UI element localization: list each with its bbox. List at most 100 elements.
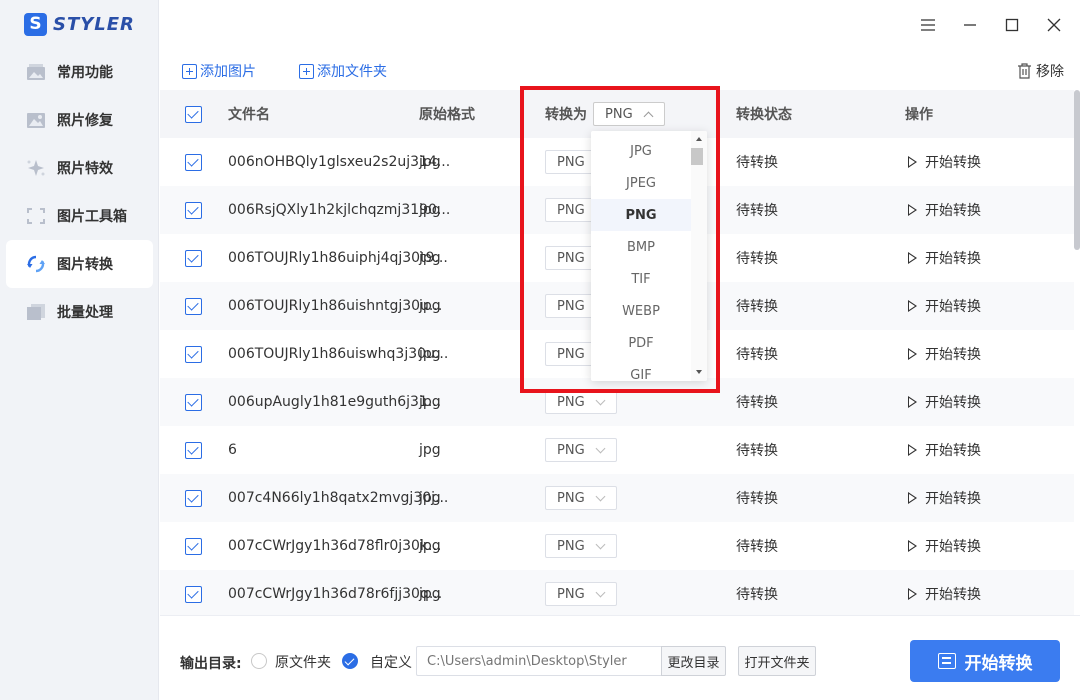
checkbox-icon (185, 249, 202, 267)
footer: 输出目录: 原文件夹 自定义 更改目录 打开文件夹 开始转换 (160, 615, 1080, 700)
start-convert-all-label: 开始转换 (964, 653, 1033, 674)
close-icon[interactable] (1044, 15, 1064, 35)
format-select[interactable]: PNG (545, 390, 617, 414)
change-dir-button[interactable]: 更改目录 (661, 646, 726, 676)
row-orig-format: jpg (419, 490, 441, 506)
row-status: 待转换 (736, 587, 778, 603)
sidebar-item-batch[interactable]: 批量处理 (6, 288, 153, 336)
radio-custom[interactable] (342, 653, 358, 669)
layers-icon (27, 304, 45, 320)
row-format-select[interactable]: PNG (545, 522, 617, 570)
play-icon (908, 156, 917, 168)
header-filename: 文件名 (228, 107, 270, 123)
row-start-button[interactable]: 开始转换 (908, 522, 981, 570)
sidebar-item-toolbox[interactable]: 图片工具箱 (6, 192, 153, 240)
dropdown-list: JPG JPEG PNG BMP TIF WEBP PDF GIF (591, 135, 691, 381)
row-checkbox[interactable] (185, 522, 202, 570)
checkbox-icon (185, 345, 202, 363)
row-filename: 006RsjQXly1h2kjlchqzmj3190... (228, 202, 451, 218)
row-format-select[interactable]: PNG (545, 378, 617, 426)
row-checkbox[interactable] (185, 330, 202, 378)
row-format-select[interactable]: PNG (545, 570, 617, 618)
row-checkbox[interactable] (185, 378, 202, 426)
sidebar-item-photo-repair[interactable]: 照片修复 (6, 96, 153, 144)
remove-button[interactable]: 移除 (1017, 61, 1064, 81)
row-status: 待转换 (736, 347, 778, 363)
add-folder-button[interactable]: 添加文件夹 (299, 61, 387, 81)
format-select-value: PNG (557, 154, 585, 170)
row-start-label: 开始转换 (925, 347, 981, 363)
format-select-all[interactable]: PNG (593, 102, 665, 126)
row-start-button[interactable]: 开始转换 (908, 378, 981, 426)
scroll-down-icon[interactable] (691, 367, 707, 377)
row-status: 待转换 (736, 203, 778, 219)
header-action: 操作 (905, 107, 933, 123)
row-filename: 007cCWrJgy1h36d78flr0j30k... (228, 538, 442, 554)
row-start-button[interactable]: 开始转换 (908, 570, 981, 618)
format-dropdown: JPG JPEG PNG BMP TIF WEBP PDF GIF (591, 131, 707, 381)
row-format-select[interactable]: PNG (545, 426, 617, 474)
start-convert-all-button[interactable]: 开始转换 (910, 640, 1060, 682)
row-checkbox[interactable] (185, 186, 202, 234)
format-select-value: PNG (605, 106, 633, 122)
dropdown-scroll-thumb[interactable] (691, 148, 703, 165)
row-checkbox[interactable] (185, 282, 202, 330)
row-checkbox[interactable] (185, 138, 202, 186)
row-checkbox[interactable] (185, 426, 202, 474)
row-filename: 6 (228, 442, 237, 458)
row-start-label: 开始转换 (925, 491, 981, 507)
scroll-up-icon[interactable] (691, 134, 707, 144)
menu-icon[interactable] (918, 15, 938, 35)
table-scrollbar[interactable] (1074, 90, 1080, 615)
add-image-label: 添加图片 (200, 64, 256, 80)
row-orig-format: jpg (419, 298, 441, 314)
select-all-checkbox[interactable] (185, 90, 202, 138)
row-filename: 006nOHBQly1glsxeu2s2uj314... (228, 154, 451, 170)
open-folder-button[interactable]: 打开文件夹 (738, 646, 816, 676)
row-checkbox[interactable] (185, 474, 202, 522)
dropdown-scrollbar[interactable] (691, 131, 707, 381)
checkbox-icon (185, 297, 202, 315)
radio-original-folder[interactable] (251, 653, 267, 669)
row-filename: 006TOUJRly1h86uiphj4qj30t9... (228, 250, 448, 266)
sidebar-item-common[interactable]: 常用功能 (6, 48, 153, 96)
output-path-input[interactable] (416, 646, 662, 676)
scrollbar-thumb[interactable] (1074, 90, 1080, 250)
dropdown-option[interactable]: JPG (591, 135, 691, 167)
dropdown-option[interactable]: WEBP (591, 295, 691, 327)
row-checkbox[interactable] (185, 234, 202, 282)
play-icon (908, 396, 917, 408)
row-format-select[interactable]: PNG (545, 474, 617, 522)
minimize-icon[interactable] (960, 15, 980, 35)
maximize-icon[interactable] (1002, 15, 1022, 35)
row-start-button[interactable]: 开始转换 (908, 330, 981, 378)
row-start-button[interactable]: 开始转换 (908, 426, 981, 474)
row-start-button[interactable]: 开始转换 (908, 474, 981, 522)
row-start-button[interactable]: 开始转换 (908, 282, 981, 330)
row-start-button[interactable]: 开始转换 (908, 186, 981, 234)
format-select[interactable]: PNG (545, 582, 617, 606)
row-checkbox[interactable] (185, 570, 202, 618)
row-start-button[interactable]: 开始转换 (908, 138, 981, 186)
add-image-button[interactable]: 添加图片 (182, 61, 256, 81)
convert-icon (27, 255, 45, 273)
format-select[interactable]: PNG (545, 486, 617, 510)
table-row: 007cCWrJgy1h36d78r6fjj30q... jpg PNG 待转换 开始转… (160, 570, 1074, 618)
row-start-label: 开始转换 (925, 539, 981, 555)
format-select[interactable]: PNG (545, 438, 617, 462)
convert-all-icon (937, 653, 956, 669)
chevron-down-icon (595, 491, 606, 502)
dropdown-option[interactable]: TIF (591, 263, 691, 295)
dropdown-option[interactable]: PDF (591, 327, 691, 359)
dropdown-option[interactable]: JPEG (591, 167, 691, 199)
sidebar-item-image-convert[interactable]: 图片转换 (6, 240, 153, 288)
chevron-down-icon (595, 395, 606, 406)
dropdown-option[interactable]: GIF (591, 359, 691, 382)
dropdown-option[interactable]: BMP (591, 231, 691, 263)
dropdown-option[interactable]: PNG (591, 199, 691, 231)
sidebar-item-photo-effects[interactable]: 照片特效 (6, 144, 153, 192)
row-start-button[interactable]: 开始转换 (908, 234, 981, 282)
format-select[interactable]: PNG (545, 534, 617, 558)
play-icon (908, 492, 917, 504)
checkbox-icon (185, 105, 202, 123)
